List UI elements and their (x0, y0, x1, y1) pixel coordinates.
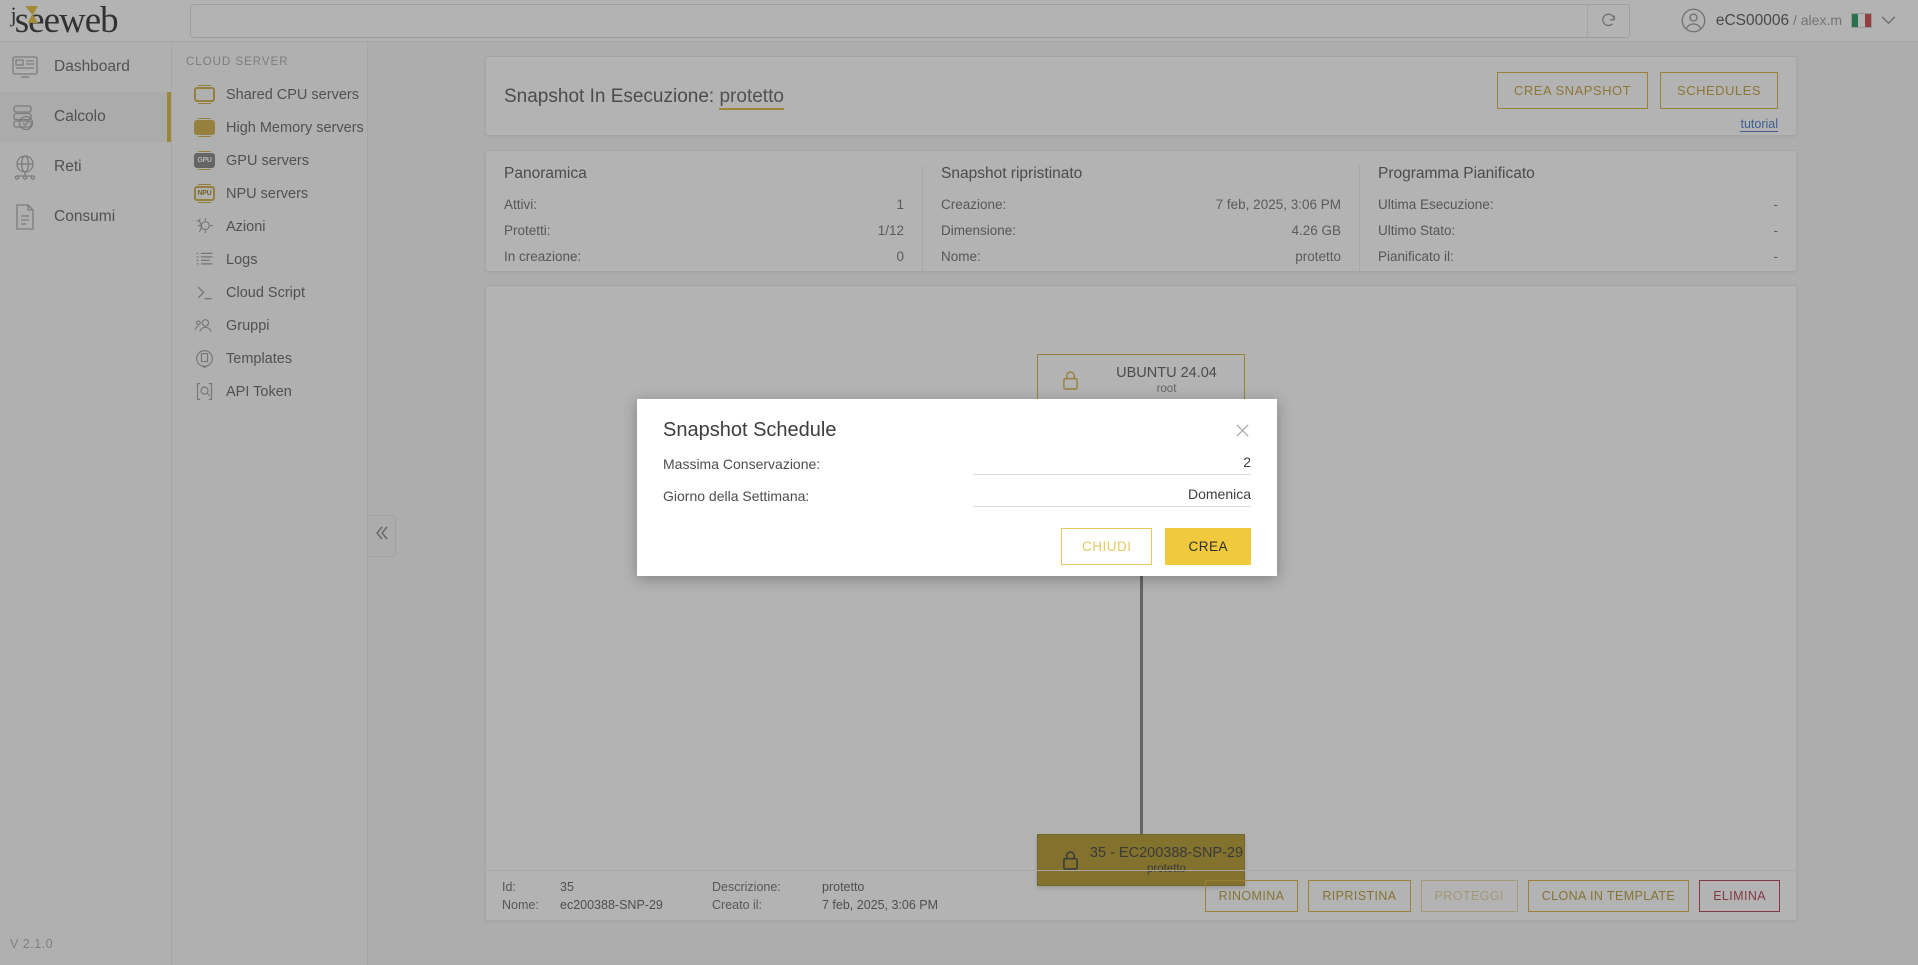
massima-conservazione-input[interactable] (973, 454, 1251, 475)
dialog-header: Snapshot Schedule (663, 419, 1251, 443)
dialog-footer: CHIUDI CREA (663, 528, 1251, 565)
dialog-field-massima-conservazione: Massima Conservazione: (663, 454, 1251, 475)
app-root: ʲseeweb eCS00006 / alex.m Dashboard Calc… (0, 0, 1918, 965)
chiudi-button[interactable]: CHIUDI (1060, 528, 1153, 565)
dialog-field-giorno-della-settimana: Giorno della Settimana: (663, 486, 1251, 507)
field-label: Giorno della Settimana: (663, 488, 810, 504)
field-label: Massima Conservazione: (663, 456, 821, 472)
snapshot-schedule-dialog: Snapshot Schedule Massima Conservazione:… (637, 399, 1277, 576)
crea-button[interactable]: CREA (1165, 528, 1251, 565)
dialog-title: Snapshot Schedule (663, 419, 837, 441)
giorno-della-settimana-input[interactable] (973, 486, 1251, 507)
close-icon[interactable] (1234, 422, 1251, 443)
